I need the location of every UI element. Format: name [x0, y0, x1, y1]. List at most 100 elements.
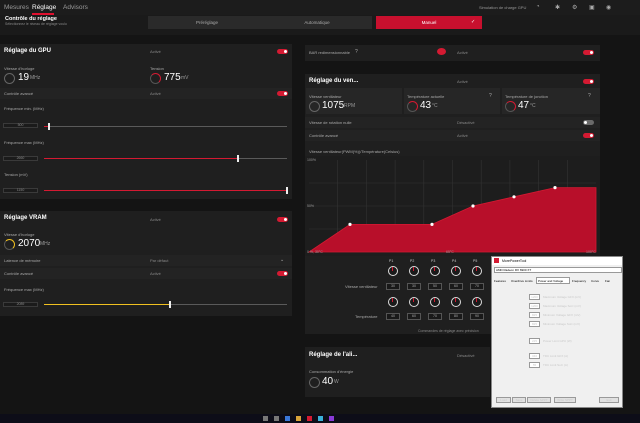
- junction-temp-label: Température de jonction: [505, 94, 548, 99]
- fan-dial-1[interactable]: [388, 266, 398, 276]
- mpt-tab-fan[interactable]: Fan: [605, 279, 610, 283]
- fan-value-4[interactable]: 60: [449, 283, 463, 290]
- chevron-down-icon[interactable]: ⌄: [280, 257, 284, 263]
- fan-value-1[interactable]: 30: [386, 283, 400, 290]
- mpt-save-button[interactable]: Save: [512, 397, 526, 403]
- gpu-tension-input[interactable]: 1150: [3, 188, 38, 193]
- vram-fmax-slider[interactable]: [169, 301, 172, 308]
- gpu-fmax-slider[interactable]: [237, 155, 240, 162]
- zero-rpm-toggle[interactable]: [583, 120, 594, 125]
- temp-dial-2[interactable]: [409, 297, 419, 307]
- fan-tuning-toggle[interactable]: [583, 79, 594, 84]
- vram-advanced-toggle[interactable]: [277, 271, 288, 276]
- current-temp-card: [404, 88, 500, 114]
- temp-dial-1[interactable]: [388, 297, 398, 307]
- user-icon[interactable]: ◉: [606, 4, 611, 11]
- manual-label: Manuel: [421, 20, 437, 25]
- vram-latency-select[interactable]: Par défaut: [150, 258, 168, 263]
- vram-clock-label: Vitesse d'horloge: [4, 232, 35, 237]
- vram-fmax-input[interactable]: 2089: [3, 302, 38, 307]
- temp-value-1[interactable]: 40: [386, 313, 400, 320]
- fan-dial-3[interactable]: [430, 266, 440, 276]
- task-view-icon[interactable]: [274, 416, 279, 421]
- mpt-max-vsoc-input[interactable]: 1200: [529, 303, 540, 309]
- app-icon-2[interactable]: [329, 416, 334, 421]
- mpt-power-limit-label: Power Limit GPU (W): [543, 339, 572, 343]
- mpt-tdc-gfx-input[interactable]: 340: [529, 353, 540, 359]
- gear-icon[interactable]: ⚙: [572, 4, 577, 11]
- notification-icon[interactable]: ▣: [589, 4, 595, 11]
- temp-value-3[interactable]: 70: [428, 313, 442, 320]
- load-simulation-label[interactable]: Simulation de charge GPU: [479, 5, 526, 10]
- resizable-bar-toggle[interactable]: [583, 50, 594, 55]
- radeon-icon[interactable]: [307, 416, 312, 421]
- automatic-button[interactable]: Automatique: [262, 16, 372, 29]
- temp-dial-3[interactable]: [430, 297, 440, 307]
- zero-rpm-label: Vitesse de rotation nulle: [309, 120, 352, 125]
- fan-curve-point[interactable]: [553, 186, 557, 190]
- info-icon[interactable]: ?: [489, 93, 492, 99]
- fan-curve-point[interactable]: [512, 195, 516, 199]
- fan-advanced-toggle[interactable]: [583, 133, 594, 138]
- mpt-delete-sppt-button[interactable]: Delete SPPT: [527, 397, 551, 403]
- gpu-fmin-input[interactable]: 500: [3, 123, 38, 128]
- mpt-min-vsoc-input[interactable]: 825: [529, 321, 540, 327]
- gpu-tension-slider[interactable]: [286, 187, 288, 194]
- power-tuning-status: Désactivé: [457, 353, 475, 358]
- tab-reglage[interactable]: Réglage: [32, 4, 56, 11]
- fan-curve-chart[interactable]: [305, 156, 600, 256]
- fan-curve-point[interactable]: [430, 222, 434, 226]
- gpu-tuning-toggle[interactable]: [277, 49, 288, 54]
- fan-value-3[interactable]: 50: [428, 283, 442, 290]
- mpt-tab-features[interactable]: Features: [494, 279, 506, 283]
- info-icon[interactable]: ?: [355, 49, 358, 55]
- app-icon[interactable]: [318, 416, 323, 421]
- gpu-advanced-row: [0, 88, 292, 99]
- vram-advanced-row: [0, 268, 292, 279]
- mpt-tab-power[interactable]: Power and Voltage: [538, 279, 563, 283]
- search-icon[interactable]: [263, 416, 268, 421]
- info-icon[interactable]: ?: [588, 93, 591, 99]
- vram-fmax-fill: [44, 304, 171, 305]
- fan-dial-4[interactable]: [451, 266, 461, 276]
- gpu-voltage-gauge-icon: [150, 73, 161, 84]
- folder-icon[interactable]: [296, 416, 301, 421]
- fan-value-5[interactable]: 70: [470, 283, 484, 290]
- temp-value-2[interactable]: 60: [407, 313, 421, 320]
- point-header-5: P5: [473, 259, 478, 263]
- fan-curve-point[interactable]: [348, 222, 352, 226]
- tab-advisors[interactable]: Advisors: [63, 4, 88, 11]
- temp-dial-5[interactable]: [472, 297, 482, 307]
- mpt-power-limit-input[interactable]: 225: [529, 338, 540, 344]
- temp-value-4[interactable]: 80: [449, 313, 463, 320]
- vram-tuning-toggle[interactable]: [277, 217, 288, 222]
- gpu-advanced-toggle[interactable]: [277, 91, 288, 96]
- manual-button[interactable]: Manuel: [376, 16, 482, 29]
- fan-value-2[interactable]: 30: [407, 283, 421, 290]
- fan-curve-point[interactable]: [471, 204, 475, 208]
- fan-dial-2[interactable]: [409, 266, 419, 276]
- gpu-fmin-slider[interactable]: [47, 123, 50, 130]
- gpu-clock-gauge-icon: [4, 73, 15, 84]
- browser-icon[interactable]: [285, 416, 290, 421]
- mpt-tab-frequency[interactable]: Frequency: [572, 279, 586, 283]
- mpt-load-button[interactable]: Load: [496, 397, 511, 403]
- preset-button[interactable]: Préréglage: [148, 16, 266, 29]
- mpt-tab-curve[interactable]: Curve: [591, 279, 599, 283]
- mpt-tab-overdrive[interactable]: Overdrive Limits: [511, 279, 533, 283]
- mpt-tdc-soc-input[interactable]: 55: [529, 362, 540, 368]
- gauge-icon[interactable]: ◔: [536, 4, 540, 10]
- temp-dial-4[interactable]: [451, 297, 461, 307]
- tab-mesures[interactable]: Mesures: [4, 4, 29, 11]
- mpt-max-vgfx-input[interactable]: 1200: [529, 294, 540, 300]
- mpt-write-sppt-button[interactable]: Write SPPT: [554, 397, 576, 403]
- bug-icon[interactable]: ✱: [555, 4, 560, 11]
- fan-dial-5[interactable]: [472, 266, 482, 276]
- gpu-fmax-input[interactable]: 2660: [3, 156, 38, 161]
- temp-value-5[interactable]: 90: [470, 313, 484, 320]
- mpt-max-vsoc-label: Maximum Voltage SoC (mV): [543, 304, 581, 308]
- top-nav-bar: [0, 0, 640, 15]
- mpt-min-vgfx-input[interactable]: 825: [529, 312, 540, 318]
- precision-controls-link[interactable]: Commandes de réglage avec précision: [418, 329, 479, 333]
- mpt-exit-button[interactable]: Exit: [599, 397, 619, 403]
